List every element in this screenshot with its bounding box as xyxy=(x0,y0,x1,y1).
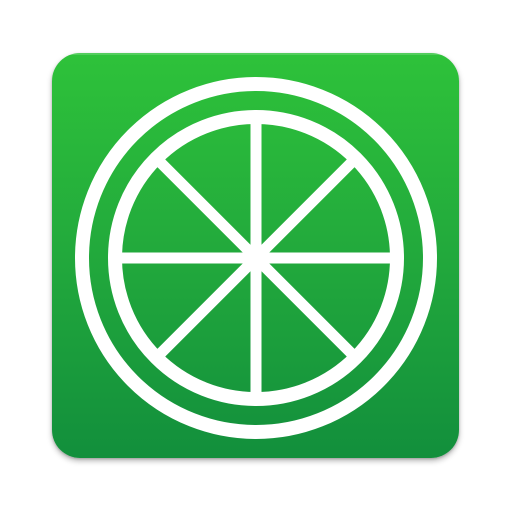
lime-slice-icon xyxy=(75,77,437,439)
app-icon[interactable] xyxy=(52,53,459,458)
slice-center xyxy=(244,246,268,270)
icon-canvas xyxy=(0,0,512,512)
